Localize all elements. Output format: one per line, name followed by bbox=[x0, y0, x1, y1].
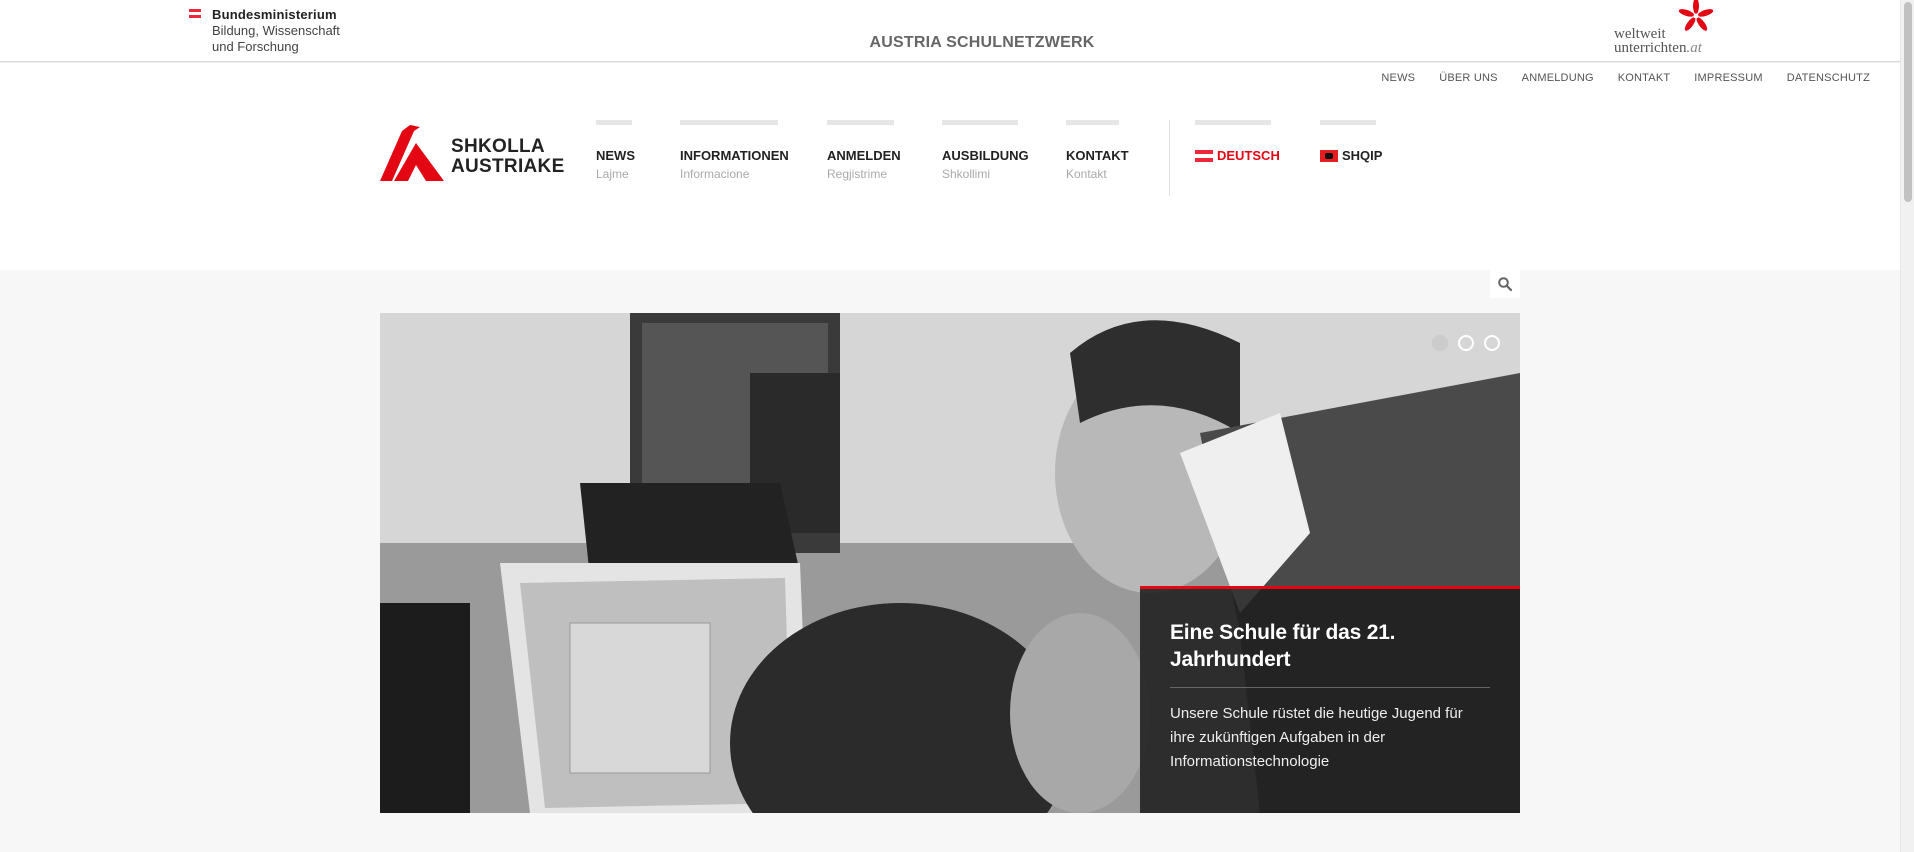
lang-label: SHQIP bbox=[1342, 148, 1383, 163]
page-scrollbar[interactable] bbox=[1900, 0, 1914, 852]
util-link-impressum[interactable]: IMPRESSUM bbox=[1694, 72, 1762, 84]
weltweit-unterrichten-logo[interactable]: weltweit unterrichten.at bbox=[1612, 0, 1714, 58]
logo-text-line1: SHKOLLA bbox=[451, 136, 545, 157]
util-link-anmeldung[interactable]: ANMELDUNG bbox=[1522, 72, 1594, 84]
slide-dot-2[interactable] bbox=[1458, 335, 1474, 351]
lang-deutsch[interactable]: DEUTSCH bbox=[1195, 120, 1280, 163]
hero-text: Unsere Schule rüstet die heutige Jugend … bbox=[1170, 705, 1463, 770]
nav-label: ANMELDEN bbox=[827, 148, 901, 163]
nav-sublabel: Regjistrime bbox=[827, 167, 888, 181]
hero-slider[interactable]: Eine Schule für das 21. Jahrhundert Unse… bbox=[380, 313, 1520, 813]
flower-icon bbox=[1678, 0, 1714, 31]
nav-label: KONTAKT bbox=[1066, 148, 1129, 163]
nav-sublabel: Kontakt bbox=[1066, 167, 1107, 181]
slide-dot-3[interactable] bbox=[1484, 335, 1500, 351]
nav-label: AUSBILDUNG bbox=[942, 148, 1029, 163]
util-link-datenschutz[interactable]: DATENSCHUTZ bbox=[1787, 72, 1870, 84]
eagle-logo-icon bbox=[380, 125, 444, 181]
lang-label: DEUTSCH bbox=[1217, 148, 1280, 163]
nav-sublabel: Shkollimi bbox=[942, 167, 991, 181]
search-icon bbox=[1498, 277, 1512, 291]
caption-divider bbox=[1170, 687, 1490, 688]
nav-item-kontakt[interactable]: KONTAKT Kontakt bbox=[1066, 120, 1129, 181]
site-header: NEWS ÜBER UNS ANMELDUNG KONTAKT IMPRESSU… bbox=[0, 63, 1900, 270]
hero-title: Eine Schule für das 21. Jahrhundert bbox=[1170, 621, 1396, 671]
austria-flag-icon bbox=[1195, 149, 1213, 162]
nav-item-anmelden[interactable]: ANMELDEN Regjistrime bbox=[827, 120, 901, 181]
util-link-news[interactable]: NEWS bbox=[1381, 72, 1415, 84]
austria-flag-icon bbox=[189, 9, 201, 18]
top-bar: Bundesministerium Bildung, Wissenschaft … bbox=[0, 0, 1900, 62]
slide-dot-1[interactable] bbox=[1432, 335, 1448, 351]
nav-label: NEWS bbox=[596, 148, 635, 163]
util-link-ueber-uns[interactable]: ÜBER UNS bbox=[1439, 72, 1497, 84]
site-logo[interactable]: SHKOLLA AUSTRIAKE bbox=[380, 125, 564, 183]
partner-line2: unterrichten.at bbox=[1614, 40, 1702, 56]
utility-nav: NEWS ÜBER UNS ANMELDUNG KONTAKT IMPRESSU… bbox=[1381, 72, 1870, 84]
lang-shqip[interactable]: SHQIP bbox=[1320, 120, 1382, 163]
nav-sublabel: Lajme bbox=[596, 167, 629, 181]
nav-label: INFORMATIONEN bbox=[680, 148, 789, 163]
logo-text-line2: AUSTRIAKE bbox=[451, 156, 565, 177]
ministry-name-line1: Bundesministerium bbox=[212, 7, 337, 22]
search-button[interactable] bbox=[1490, 270, 1520, 298]
nav-divider bbox=[1169, 120, 1170, 196]
nav-item-news[interactable]: NEWS Lajme bbox=[596, 120, 635, 181]
slider-dots bbox=[1432, 335, 1500, 351]
util-link-kontakt[interactable]: KONTAKT bbox=[1618, 72, 1671, 84]
albania-flag-icon bbox=[1320, 149, 1338, 162]
nav-item-ausbildung[interactable]: AUSBILDUNG Shkollimi bbox=[942, 120, 1029, 181]
scrollbar-thumb[interactable] bbox=[1904, 2, 1912, 202]
nav-sublabel: Informacione bbox=[680, 167, 750, 181]
hero-caption: Eine Schule für das 21. Jahrhundert Unse… bbox=[1140, 586, 1520, 813]
nav-item-informationen[interactable]: INFORMATIONEN Informacione bbox=[680, 120, 789, 181]
